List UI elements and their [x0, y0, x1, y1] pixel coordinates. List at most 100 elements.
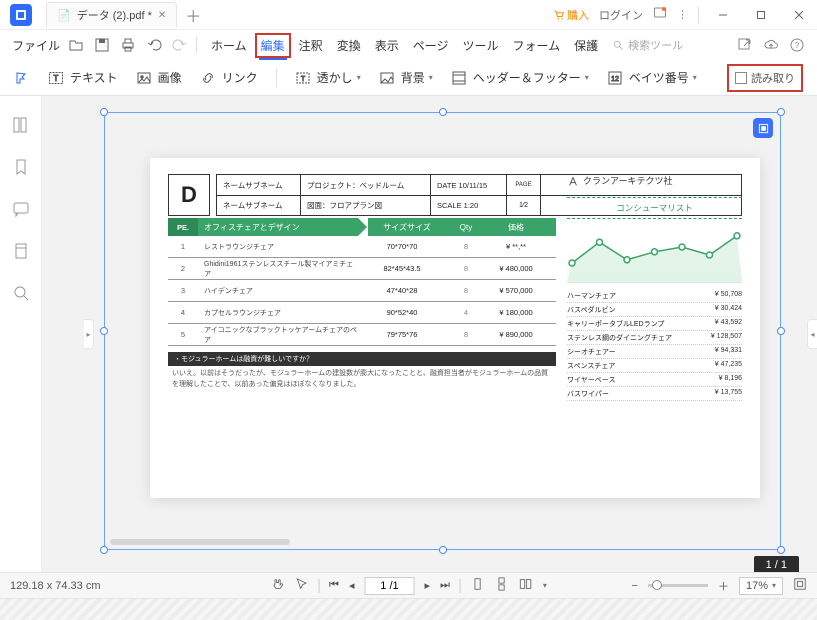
list-item: シーオチェアー¥ 94,331	[567, 345, 742, 359]
menu-tool[interactable]: ツール	[456, 33, 504, 58]
resize-handle[interactable]	[439, 546, 447, 554]
comments-panel-icon[interactable]	[12, 200, 30, 218]
document-tab[interactable]: 📄 データ (2).pdf * ✕	[46, 2, 177, 27]
share-icon[interactable]	[737, 37, 753, 53]
single-page-icon[interactable]	[471, 577, 485, 594]
next-page-icon[interactable]: ▸	[424, 579, 430, 592]
continuous-page-icon[interactable]	[495, 577, 509, 594]
table-row: 3ハイデンチェア47*40*288¥ 570,000	[168, 280, 556, 302]
main-area: ▸ ◂ D ネームサブネーム プロジェクト：ベッドルーム D	[0, 96, 817, 572]
doc-right-panel: クランアーキテクツ社 コンシューマリスト ハーマンチェア¥ 50,708バスペダ…	[567, 174, 742, 401]
bottom-decoration	[0, 598, 817, 620]
architect-icon	[567, 175, 579, 187]
background-button[interactable]: 背景▾	[379, 69, 433, 86]
resize-handle[interactable]	[439, 108, 447, 116]
more-icon[interactable]: ⋮	[677, 8, 688, 21]
page-input[interactable]	[364, 577, 414, 595]
menu-protect[interactable]: 保護	[568, 33, 604, 58]
zoom-select[interactable]: 17%▾	[739, 577, 783, 595]
resize-handle[interactable]	[100, 108, 108, 116]
bookmarks-panel-icon[interactable]	[12, 158, 30, 176]
minimize-button[interactable]	[709, 4, 737, 26]
new-tab-button[interactable]: ＋	[183, 5, 203, 25]
watermark-button[interactable]: T 透かし▾	[295, 69, 361, 86]
thumbnails-panel-icon[interactable]	[12, 116, 30, 134]
help-icon[interactable]: ?	[789, 37, 805, 53]
redo-icon[interactable]	[172, 37, 188, 53]
window-close-button[interactable]	[785, 4, 813, 26]
svg-text:T: T	[54, 74, 59, 83]
resize-handle[interactable]	[100, 327, 108, 335]
search-tool[interactable]: 検索ツール	[612, 37, 683, 53]
zoom-in-icon[interactable]: ＋	[718, 578, 729, 594]
list-item: バスワイパー¥ 13,755	[567, 387, 742, 401]
menu-form[interactable]: フォーム	[507, 33, 567, 58]
add-link-button[interactable]: リンク	[200, 69, 258, 86]
zoom-slider[interactable]	[648, 584, 708, 587]
open-icon[interactable]	[68, 37, 84, 53]
two-page-icon[interactable]	[519, 577, 533, 594]
pdf-page: D ネームサブネーム プロジェクト：ベッドルーム DATE 10/11/15 P…	[150, 158, 760, 498]
resize-handle[interactable]	[777, 546, 785, 554]
items-table-body: 1レストラウンジチェア70*70*708¥ **,**2Ghidini1961ス…	[168, 236, 556, 346]
maximize-button[interactable]	[747, 4, 775, 26]
status-bar: 129.18 x 74.33 cm ⏮ ◂ ▸ ⏭ ▾ − ＋ 17%▾	[0, 572, 817, 598]
read-mode-checkbox[interactable]	[735, 72, 747, 84]
left-sidebar	[0, 96, 42, 572]
svg-text:T: T	[301, 76, 306, 83]
undo-icon[interactable]	[146, 37, 162, 53]
read-mode-toggle[interactable]: 読み取り	[727, 64, 803, 92]
first-page-icon[interactable]: ⏮	[329, 579, 339, 592]
hand-tool-icon[interactable]	[270, 577, 284, 594]
bates-number-button[interactable]: 12 ベイツ番号▾	[607, 69, 697, 86]
fit-page-icon[interactable]	[793, 577, 807, 594]
resize-handle[interactable]	[100, 546, 108, 554]
menu-convert[interactable]: 変換	[331, 33, 367, 58]
right-value-table: ハーマンチェア¥ 50,708バスペダルビン¥ 30,424キャリーポータブルL…	[567, 289, 742, 401]
save-icon[interactable]	[94, 37, 110, 53]
menu-page[interactable]: ページ	[407, 33, 455, 58]
doc-logo: D	[168, 174, 210, 216]
list-item: スペンスチェア¥ 47,235	[567, 359, 742, 373]
horizontal-scrollbar[interactable]	[110, 538, 781, 546]
list-item: ワイヤーベース¥ 8,196	[567, 373, 742, 387]
add-image-button[interactable]: 画像	[136, 69, 182, 86]
list-item: ステンレス鋼のダイニングチェア¥ 128,507	[567, 331, 742, 345]
dimensions-readout: 129.18 x 74.33 cm	[10, 580, 101, 592]
tab-close-icon[interactable]: ✕	[158, 10, 166, 21]
menu-view[interactable]: 表示	[369, 33, 405, 58]
menu-edit[interactable]: 編集	[255, 33, 291, 58]
mini-chart	[567, 227, 742, 283]
modular-box: ・モジュラーホームは融資が難しいですか？ いいえ。以前はそうだったが、モジュラー…	[168, 352, 556, 393]
file-menu[interactable]: ファイル	[12, 37, 60, 54]
resize-handle[interactable]	[777, 327, 785, 335]
table-row: 4カプセルラウンジチェア90*52*404¥ 180,000	[168, 302, 556, 324]
table-row: 5アイコニックなブラックトッケアームチェアのペア79*75*768¥ 890,0…	[168, 324, 556, 346]
table-row: 1レストラウンジチェア70*70*708¥ **,**	[168, 236, 556, 258]
last-page-icon[interactable]: ⏭	[440, 579, 450, 592]
purchase-button[interactable]: 購入	[553, 7, 589, 23]
collapse-left-icon[interactable]: ▸	[84, 319, 94, 349]
menu-comment[interactable]: 注釈	[293, 33, 329, 58]
select-tool-icon[interactable]	[294, 577, 308, 594]
tab-title: データ (2).pdf *	[77, 7, 152, 23]
document-canvas[interactable]: ▸ ◂ D ネームサブネーム プロジェクト：ベッドルーム D	[42, 96, 817, 572]
edit-selector-icon[interactable]	[14, 70, 30, 86]
login-button[interactable]: ログイン	[599, 7, 643, 23]
attachments-panel-icon[interactable]	[12, 242, 30, 260]
menu-home[interactable]: ホーム	[205, 33, 253, 58]
resize-handle[interactable]	[777, 108, 785, 116]
cloud-icon[interactable]	[763, 37, 779, 53]
collapse-right-icon[interactable]: ◂	[807, 319, 817, 349]
floating-action-icon[interactable]	[753, 118, 773, 138]
header-footer-button[interactable]: ヘッダー＆フッター▾	[451, 69, 589, 86]
add-text-button[interactable]: T テキスト	[48, 69, 118, 86]
list-item: バスペダルビン¥ 30,424	[567, 303, 742, 317]
table-row: 2Ghidini1961ステンレススチール製マイアミチェア82*45*43.58…	[168, 258, 556, 280]
zoom-out-icon[interactable]: −	[632, 580, 638, 592]
print-icon[interactable]	[120, 37, 136, 53]
notification-icon[interactable]	[653, 6, 667, 23]
search-panel-icon[interactable]	[12, 284, 30, 302]
svg-text:12: 12	[611, 76, 619, 83]
prev-page-icon[interactable]: ◂	[349, 579, 355, 592]
